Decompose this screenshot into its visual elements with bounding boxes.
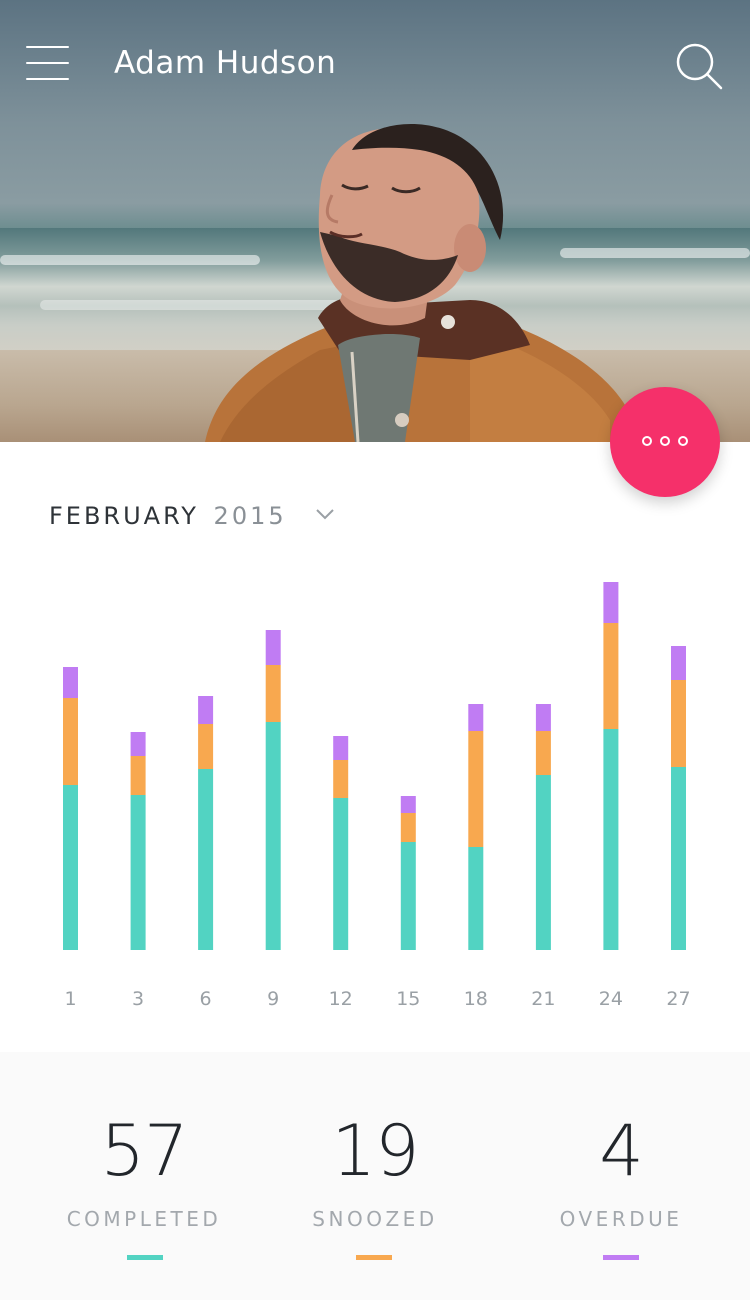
user-name: Adam Hudson: [114, 45, 337, 81]
x-axis-label-day-12: 12: [329, 988, 353, 1010]
more-horizontal-icon: [660, 436, 670, 446]
hamburger-menu-icon: [26, 62, 69, 64]
task-stats-panel: 57 COMPLETED 19 SNOOZED 4 OVERDUE: [0, 1052, 750, 1300]
bar-segment-snoozed-day-21: [535, 731, 551, 775]
bar-segment-snoozed-day-1: [63, 698, 78, 785]
more-options-button[interactable]: [610, 387, 720, 497]
bar-segment-snoozed-day-3: [130, 756, 146, 795]
hamburger-menu-icon: [26, 46, 69, 48]
hamburger-menu-icon: [26, 78, 69, 80]
month-selector[interactable]: FEBRUARY 2015: [49, 498, 335, 530]
bar-segment-completed-day-6: [198, 769, 214, 950]
bar-segment-snoozed-day-24: [603, 623, 619, 729]
bar-segment-overdue-day-15: [400, 796, 416, 813]
bar-segment-snoozed-day-12: [333, 760, 349, 798]
more-horizontal-icon: [678, 436, 688, 446]
bar-segment-completed-day-12: [333, 798, 349, 950]
app-header: Adam Hudson: [0, 0, 750, 130]
bar-segment-completed-day-3: [130, 795, 146, 950]
bar-segment-overdue-day-24: [603, 582, 619, 623]
profile-cover-photo: Adam Hudson: [0, 0, 750, 442]
x-axis-label-day-9: 9: [267, 988, 279, 1010]
stat-label: OVERDUE: [559, 1207, 683, 1231]
bar-segment-completed-day-18: [468, 847, 484, 950]
stat-label: SNOOZED: [312, 1207, 438, 1231]
menu-button[interactable]: [26, 44, 70, 82]
bar-segment-completed-day-15: [400, 842, 416, 950]
x-axis-label-day-21: 21: [531, 988, 555, 1010]
month-label: FEBRUARY: [49, 502, 199, 530]
tasks-bar-chart: 1 3 6 9 12 15 18 21 24 27: [63, 582, 691, 1010]
x-axis-label-day-27: 27: [666, 988, 690, 1010]
bar-segment-snoozed-day-27: [671, 680, 686, 767]
bar-segment-snoozed-day-15: [400, 813, 416, 842]
x-axis-label-day-18: 18: [464, 988, 488, 1010]
bar-segment-completed-day-24: [603, 729, 619, 950]
stat-snoozed[interactable]: 19 SNOOZED: [250, 1052, 500, 1300]
stat-value: 19: [331, 1110, 419, 1192]
bar-segment-completed-day-1: [63, 785, 78, 950]
stat-label: COMPLETED: [66, 1207, 222, 1231]
bar-segment-snoozed-day-18: [468, 731, 484, 847]
bar-segment-completed-day-9: [265, 722, 281, 950]
x-axis-label-day-6: 6: [200, 988, 212, 1010]
search-button[interactable]: [673, 40, 725, 92]
bar-segment-overdue-day-9: [265, 630, 281, 665]
search-icon: [676, 43, 723, 90]
bar-segment-completed-day-27: [671, 767, 686, 950]
bar-segment-overdue-day-21: [535, 704, 551, 731]
stat-value: 4: [599, 1110, 644, 1192]
stat-completed[interactable]: 57 COMPLETED: [19, 1052, 269, 1300]
bar-segment-overdue-day-6: [198, 696, 214, 724]
chevron-down-icon: [315, 498, 335, 526]
stat-value: 57: [100, 1110, 188, 1192]
bar-segment-overdue-day-18: [468, 704, 484, 731]
bar-segment-overdue-day-1: [63, 667, 78, 698]
x-axis-label-day-24: 24: [599, 988, 623, 1010]
bar-segment-overdue-day-27: [671, 646, 686, 680]
bar-segment-overdue-day-3: [130, 732, 146, 756]
x-axis-label-day-15: 15: [396, 988, 420, 1010]
stat-color-indicator: [127, 1255, 163, 1260]
stat-overdue[interactable]: 4 OVERDUE: [496, 1052, 746, 1300]
stat-color-indicator: [356, 1255, 392, 1260]
year-label: 2015: [213, 502, 287, 530]
bar-segment-snoozed-day-6: [198, 724, 214, 769]
bar-segment-snoozed-day-9: [265, 665, 281, 722]
bar-segment-overdue-day-12: [333, 736, 349, 760]
x-axis-label-day-1: 1: [64, 988, 76, 1010]
x-axis-label-day-3: 3: [132, 988, 144, 1010]
more-horizontal-icon: [642, 436, 652, 446]
stat-color-indicator: [603, 1255, 639, 1260]
bar-segment-completed-day-21: [535, 775, 551, 950]
